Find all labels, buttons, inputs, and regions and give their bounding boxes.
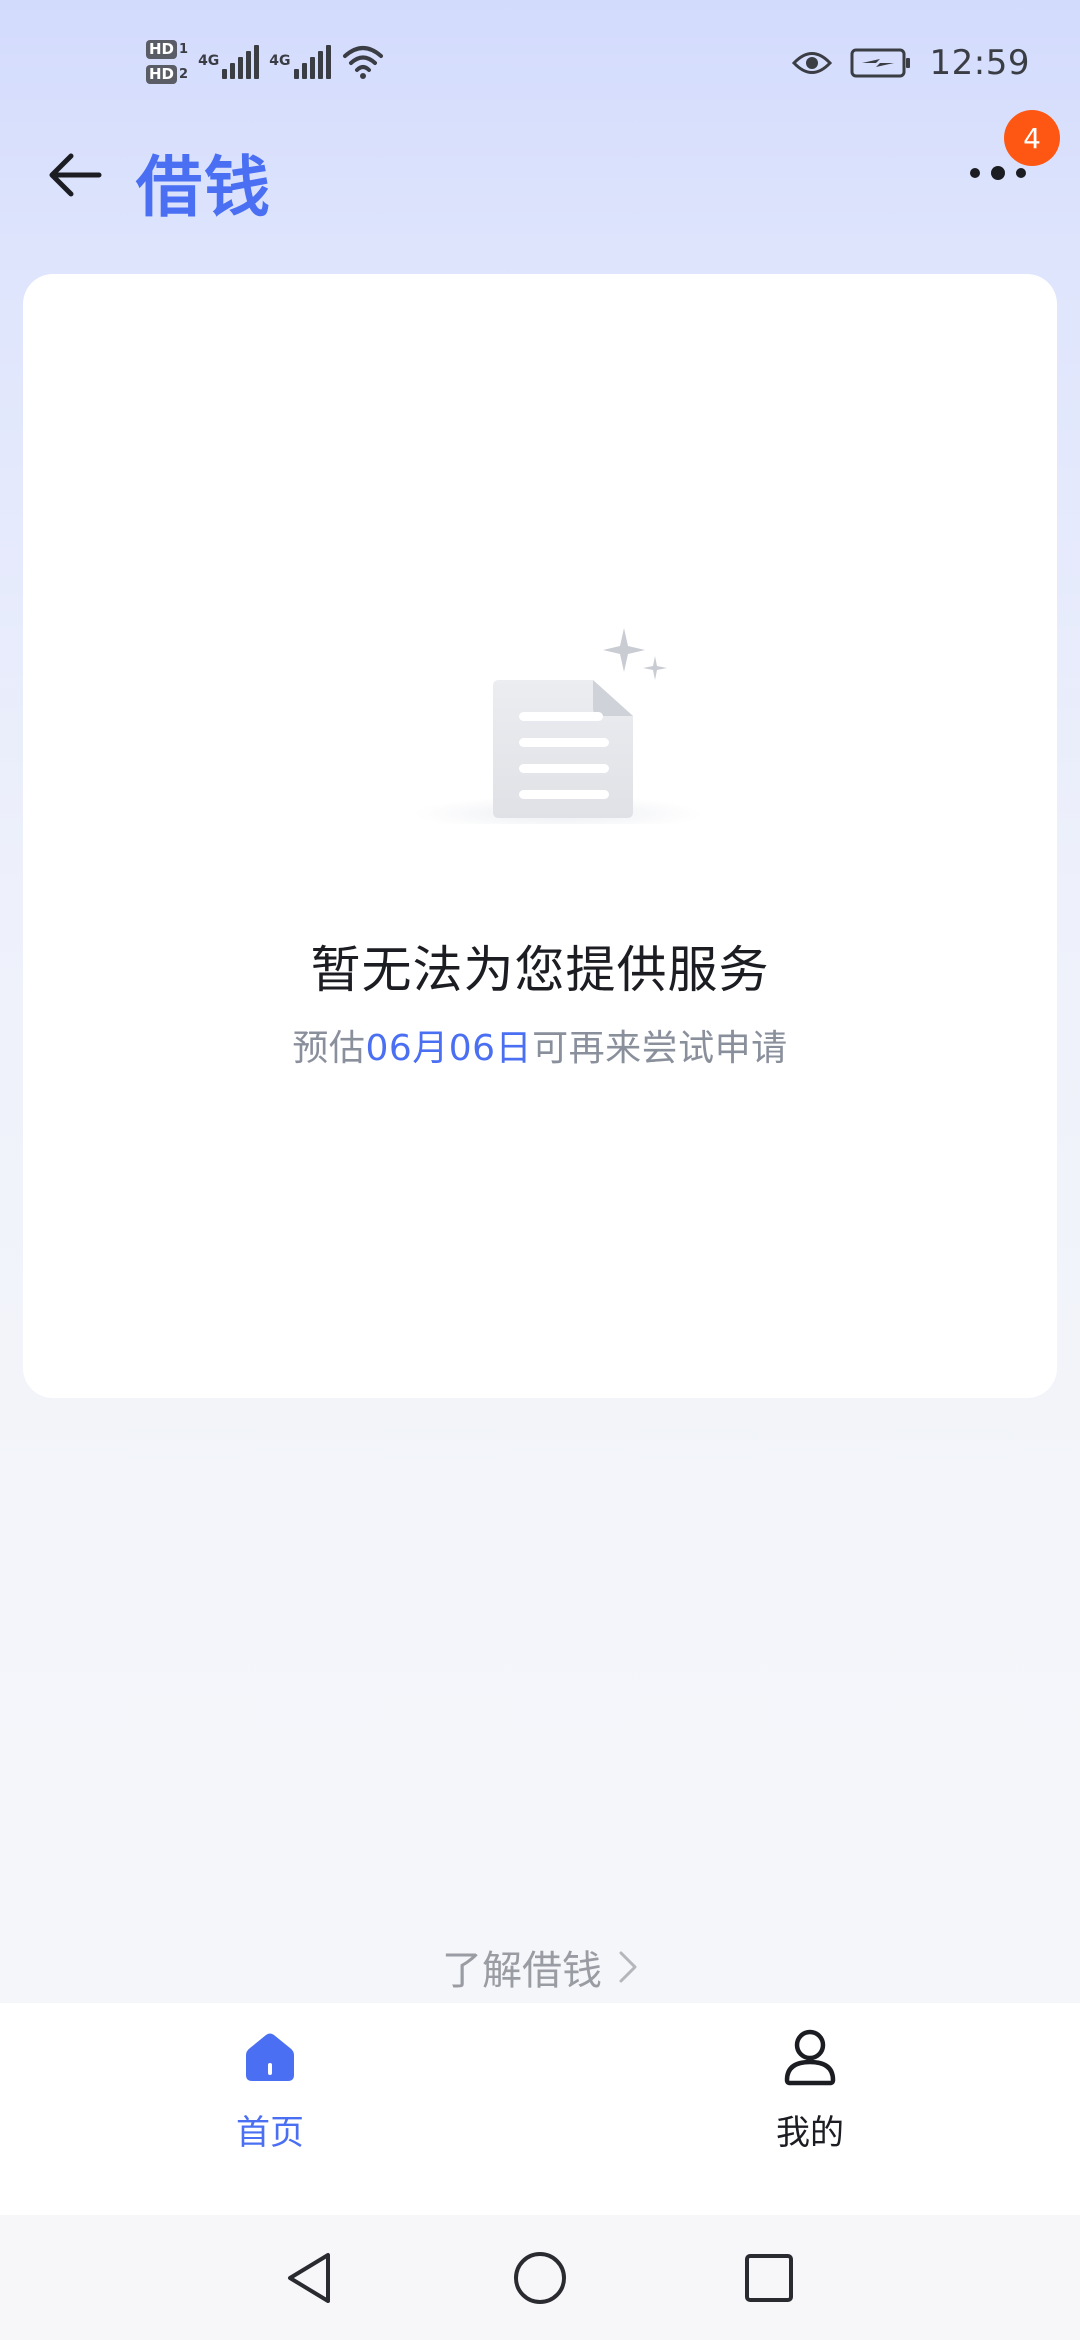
hd2-label: HD [146, 65, 178, 84]
home-circle-icon [514, 2252, 566, 2304]
system-navigation-bar [0, 2215, 1080, 2340]
status-bar: HD 1 HD 2 4G 4G 12:59 [0, 0, 1080, 130]
recents-square-icon [745, 2254, 793, 2302]
empty-document-icon [414, 628, 704, 824]
nav-item-home[interactable]: 首页 [150, 2021, 390, 2171]
system-home-button[interactable] [505, 2243, 575, 2313]
empty-state-subtitle: 预估06月06日可再来尝试申请 [23, 1019, 1057, 1071]
nav-home-label: 首页 [236, 2113, 304, 2153]
signal-bars-1-icon [222, 45, 260, 79]
net2-label: 4G [269, 53, 291, 69]
status-card: 暂无法为您提供服务 预估06月06日可再来尝试申请 [23, 274, 1057, 1398]
learn-about-loan-link[interactable]: 了解借钱 [0, 1938, 1080, 1996]
hd1-label: HD [146, 40, 178, 59]
wifi-icon [342, 46, 383, 79]
back-button[interactable] [40, 140, 110, 210]
subtitle-suffix: 可再来尝试申请 [532, 1028, 788, 1069]
sim1-indicator: HD 1 [146, 40, 188, 59]
hd1-num: 1 [179, 42, 189, 57]
subtitle-prefix: 预估 [292, 1028, 366, 1069]
learn-link-label: 了解借钱 [442, 1948, 602, 1994]
sim2-indicator: HD 2 [146, 65, 188, 84]
system-recents-button[interactable] [734, 2243, 804, 2313]
reapply-date: 06月06日 [365, 1028, 533, 1069]
network-1: 4G [198, 45, 260, 79]
net1-label: 4G [198, 53, 220, 69]
clock: 12:59 [929, 43, 1030, 83]
nav-mine-label: 我的 [776, 2113, 844, 2153]
signal-bars-2-icon [293, 45, 331, 79]
battery-charging-icon [850, 48, 910, 78]
notification-badge: 4 [1004, 110, 1060, 166]
network-2: 4G [269, 45, 331, 79]
back-arrow-icon [49, 153, 102, 197]
sim-indicators: HD 1 HD 2 [146, 40, 188, 84]
person-icon [778, 2025, 842, 2089]
status-right: 12:59 [791, 40, 1030, 86]
nav-item-mine[interactable]: 我的 [690, 2021, 930, 2171]
back-triangle-icon [288, 2253, 330, 2303]
more-dots-icon [970, 166, 1026, 180]
hd2-num: 2 [179, 67, 189, 82]
status-left: HD 1 HD 2 4G 4G [146, 34, 385, 90]
empty-state-title: 暂无法为您提供服务 [310, 941, 770, 999]
eye-icon [791, 52, 832, 74]
bottom-navigation: 首页 我的 [0, 2003, 1080, 2215]
chevron-right-icon [619, 1951, 637, 1983]
page-title: 借钱 [136, 149, 272, 226]
system-back-button[interactable] [274, 2243, 344, 2313]
home-icon [238, 2025, 302, 2089]
